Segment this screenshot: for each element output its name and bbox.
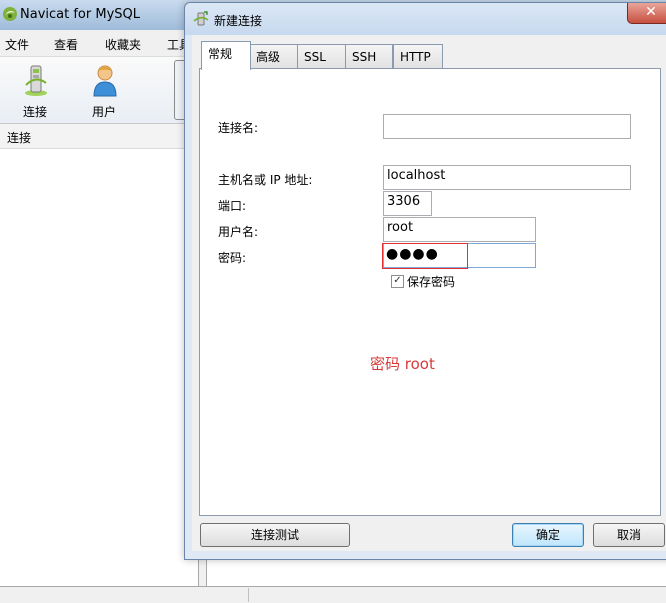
toolbar-user-button[interactable]: 用户 bbox=[79, 61, 129, 121]
host-input[interactable]: localhost bbox=[383, 165, 631, 190]
menu-view[interactable]: 查看 bbox=[54, 36, 78, 53]
port-input[interactable]: 3306 bbox=[383, 191, 432, 216]
tab-advanced[interactable]: 高级 bbox=[249, 44, 299, 69]
connection-icon bbox=[25, 65, 47, 96]
main-toolbar: 连接 用户 bbox=[0, 57, 200, 124]
test-connection-button[interactable]: 连接测试 bbox=[200, 523, 350, 547]
save-password-label: 保存密码 bbox=[407, 275, 456, 289]
tab-general[interactable]: 常规 bbox=[201, 41, 251, 70]
connection-name-label: 连接名: bbox=[218, 121, 259, 135]
connection-panel-title: 连接 bbox=[7, 131, 32, 145]
tab-ssl[interactable]: SSL bbox=[297, 44, 347, 69]
password-annotation: 密码 root bbox=[370, 355, 435, 373]
dialog-close-button[interactable]: ✕ bbox=[627, 3, 666, 24]
username-input[interactable]: root bbox=[383, 217, 536, 242]
status-bar bbox=[0, 586, 666, 603]
status-separator bbox=[248, 588, 249, 602]
toolbar-connection-label: 连接 bbox=[22, 105, 47, 119]
tab-http[interactable]: HTTP bbox=[393, 44, 443, 69]
toolbar-user-label: 用户 bbox=[91, 105, 116, 119]
navicat-logo-icon bbox=[3, 7, 17, 21]
connection-panel-header: 连接 bbox=[0, 124, 185, 149]
password-highlight-box bbox=[382, 243, 468, 269]
menu-tools[interactable]: 工具 bbox=[167, 36, 184, 53]
close-icon: ✕ bbox=[645, 4, 657, 20]
toolbar-connection-button[interactable]: 连接 bbox=[10, 61, 60, 121]
dialog-title: 新建连接 bbox=[214, 14, 263, 28]
dialog-titlebar[interactable]: 新建连接 ✕ bbox=[185, 3, 666, 35]
save-password-checkbox[interactable]: ✓ bbox=[391, 275, 404, 288]
app-title: Navicat for MySQL bbox=[20, 7, 140, 22]
new-connection-dialog: 新建连接 ✕ 常规 高级 SSL SSH HTTP 连接名: 主机名或 IP 地… bbox=[184, 2, 666, 560]
dialog-body: 常规 高级 SSL SSH HTTP 连接名: 主机名或 IP 地址: loca… bbox=[192, 35, 666, 551]
menu-favorites[interactable]: 收藏夹 bbox=[105, 36, 141, 53]
username-label: 用户名: bbox=[218, 225, 259, 239]
new-connection-icon bbox=[193, 11, 209, 26]
tab-ssh[interactable]: SSH bbox=[345, 44, 393, 69]
cancel-button[interactable]: 取消 bbox=[593, 523, 665, 547]
port-label: 端口: bbox=[218, 199, 247, 213]
password-label: 密码: bbox=[218, 251, 247, 265]
general-tab-panel: 连接名: 主机名或 IP 地址: localhost 端口: 3306 用户名:… bbox=[199, 68, 661, 516]
menu-bar: 文件 查看 收藏夹 工具 bbox=[0, 30, 200, 57]
host-label: 主机名或 IP 地址: bbox=[218, 173, 313, 187]
panel-splitter[interactable] bbox=[198, 560, 207, 586]
connection-name-input[interactable] bbox=[383, 114, 631, 139]
check-icon: ✓ bbox=[393, 275, 402, 286]
ok-button[interactable]: 确定 bbox=[512, 523, 584, 547]
menu-file[interactable]: 文件 bbox=[5, 36, 29, 53]
user-icon bbox=[93, 65, 117, 97]
